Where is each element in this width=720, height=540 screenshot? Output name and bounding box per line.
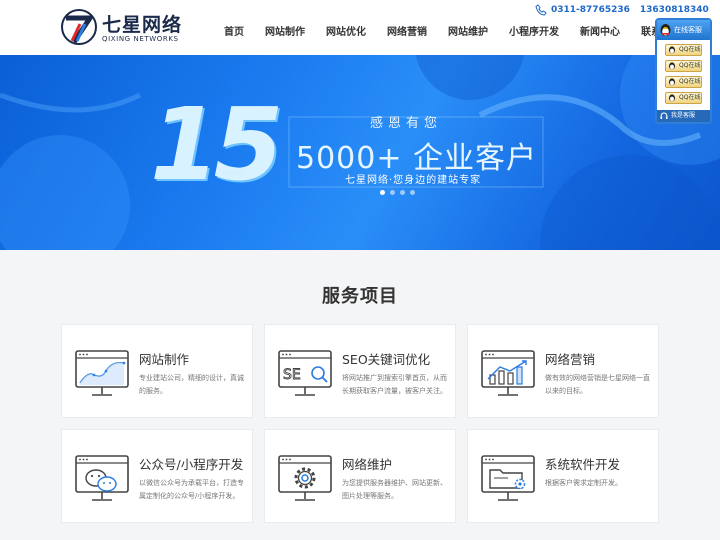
banner-thanks: 感恩有您 [370,116,443,131]
monitor-bar-icon [481,350,535,396]
monitor-seo-icon: SE [278,350,332,396]
monitor-wechat-icon [75,455,129,501]
service-card-marketing[interactable]: 网络营销 做有效的网络营销是七星网络一直以来的目标。 [467,324,659,418]
service-card-maintenance[interactable]: 网络维护 为您提供服务器维护、网站更新、图片处理等服务。 [264,429,456,523]
qq-online-button-3[interactable]: QQ在线 [665,76,702,88]
qq-online-label: QQ在线 [679,94,701,101]
monitor-gear-icon [278,455,332,501]
logo-text: 七星网络 [102,14,183,36]
carousel-dot-2[interactable] [390,190,395,195]
anniversary-years-label: YEARS [222,170,245,177]
online-service-header: 在线客服 [657,20,710,40]
service-title[interactable]: 系统软件开发 [545,454,620,473]
qq-icon [669,62,675,70]
monitor-chart-icon [75,350,129,396]
service-card-seo[interactable]: SE SEO关键词优化 将网站推广到搜索引擎首页，从而长期获取客户流量，被客户关… [264,324,456,418]
carousel-dot-4[interactable] [410,190,415,195]
service-description: 以微信公众号为承载平台，打造专属定制化的公众号/小程序开发。 [139,479,244,500]
service-description: 为您提供服务器维护、网站更新、图片处理等服务。 [342,479,447,500]
phone-icon [535,4,547,16]
service-title[interactable]: 网站制作 [139,349,189,368]
nav-item-miniprogram[interactable]: 小程序开发 [509,22,559,44]
qq-online-button-1[interactable]: QQ在线 [665,44,702,56]
services-title: 服务项目 [322,286,398,307]
online-service-footer-label: 我是客服 [671,112,696,119]
qq-online-label: QQ在线 [679,46,701,53]
phone-number[interactable]: 0311-87765236 [551,5,630,15]
service-card-miniprogram[interactable]: 公众号/小程序开发 以微信公众号为承载平台，打造专属定制化的公众号/小程序开发。 [61,429,253,523]
anniversary-number: 15 [150,86,283,203]
carousel-dot-3[interactable] [400,190,405,195]
nav-item-marketing[interactable]: 网络营销 [387,22,427,44]
penguin-icon [660,24,671,36]
nav-item-news[interactable]: 新闻中心 [580,22,620,44]
qq-icon [669,78,675,86]
service-card-software[interactable]: 系统软件开发 根据客户需求定制开发。 [467,429,659,523]
qq-online-label: QQ在线 [679,62,701,69]
nav-item-website-build[interactable]: 网站制作 [265,22,305,44]
service-description: 将网站推广到搜索引擎首页，从而长期获取客户流量，被客户关注。 [342,374,447,395]
banner-slogan: 七星网络·您身边的建站专家 [345,175,482,186]
contact-phones: 0311-87765236 13630818340 [535,4,709,16]
logo-subtext: QIXING NETWORKS [102,35,179,43]
service-card-website[interactable]: 网站制作 专业建站公司，精细的设计，真诚的服务。 [61,324,253,418]
qq-online-button-4[interactable]: QQ在线 [665,92,702,104]
logo-mark-icon [61,9,97,45]
hero-banner[interactable]: 15 YEARS 感恩有您 5000+ 企业客户 七星网络·您身边的建站专家 [0,55,720,250]
svg-text:SE: SE [283,367,301,383]
online-service-title: 在线客服 [674,26,702,34]
service-description: 根据客户需求定制开发。 [545,479,622,487]
service-title[interactable]: SEO关键词优化 [342,349,430,368]
site-header: 七星网络 QIXING NETWORKS 0311-87765236 13630… [0,0,720,55]
service-title[interactable]: 公众号/小程序开发 [139,454,243,473]
service-title[interactable]: 网络维护 [342,454,392,473]
online-service-panel: 在线客服 QQ在线 QQ在线 QQ在线 QQ在线 我是客服 [655,18,712,124]
qq-icon [669,94,675,102]
nav-item-seo[interactable]: 网站优化 [326,22,366,44]
online-service-footer[interactable]: 我是客服 [657,110,710,122]
mobile-number[interactable]: 13630818340 [640,5,709,15]
qq-online-label: QQ在线 [679,78,701,85]
nav-item-maintenance[interactable]: 网站维护 [448,22,488,44]
site-logo[interactable]: 七星网络 QIXING NETWORKS [60,8,190,48]
qq-online-button-2[interactable]: QQ在线 [665,60,702,72]
carousel-dot-1[interactable] [380,190,385,195]
service-description: 做有效的网络营销是七星网络一直以来的目标。 [545,374,650,395]
nav-item-home[interactable]: 首页 [224,22,244,44]
service-description: 专业建站公司，精细的设计，真诚的服务。 [139,374,244,395]
service-title[interactable]: 网络营销 [545,349,595,368]
qq-icon [669,46,675,54]
main-nav: 首页 网站制作 网站优化 网络营销 网站维护 小程序开发 新闻中心 联系我们 [224,22,681,44]
monitor-folder-icon [481,455,535,501]
carousel-dots [380,190,415,195]
headset-icon [660,112,668,119]
